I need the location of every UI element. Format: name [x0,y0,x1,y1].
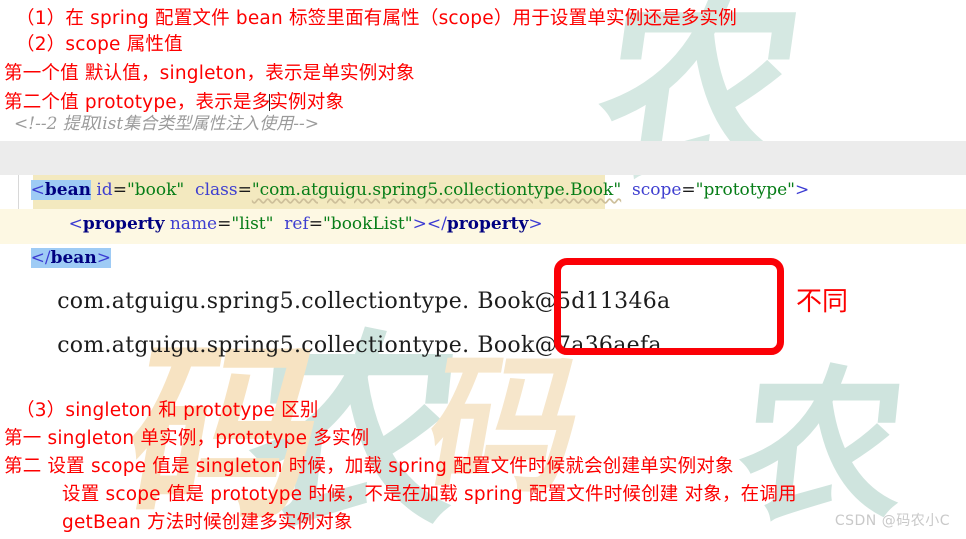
csdn-watermark: CSDN @码农小C [834,513,950,529]
note-top-line-2: （2）scope 属性值 [16,34,183,55]
note-bottom-line-4: 设置 scope 值是 prototype 时候，不是在加载 spring 配置… [62,484,797,505]
code-line-bean-open[interactable]: <bean id="book" class="com.atguigu.sprin… [0,141,966,200]
difference-annotation-label: 不同 [796,287,849,317]
note-bottom-line-3: 第二 设置 scope 值是 singleton 时候，加载 spring 配置… [4,456,734,477]
console-row-2-class: com.atguigu.spring5.collectiontype. [57,333,470,358]
note-bottom-line-5: getBean 方法时候创建多实例对象 [62,512,353,533]
note-bottom-line-2: 第一 singleton 单实例，prototype 多实例 [4,428,370,449]
code-editor-block[interactable]: <!--2 提取list集合类型属性注入使用--> <bean id="book… [0,108,966,268]
note-bottom-line-1: （3）singleton 和 prototype 区别 [16,400,319,421]
note-top-line-1: （1）在 spring 配置文件 bean 标签里面有属性（scope）用于设置… [16,8,737,29]
note-top-line-3: 第一个值 默认值，singleton，表示是单实例对象 [4,63,415,84]
code-comment-line: <!--2 提取list集合类型属性注入使用--> [14,114,319,134]
code-line-property[interactable]: <property name="list" ref="bookList"></p… [0,175,966,234]
highlight-rectangle-annotation [554,258,784,355]
code-line-bean-close[interactable]: </bean> [0,209,966,268]
